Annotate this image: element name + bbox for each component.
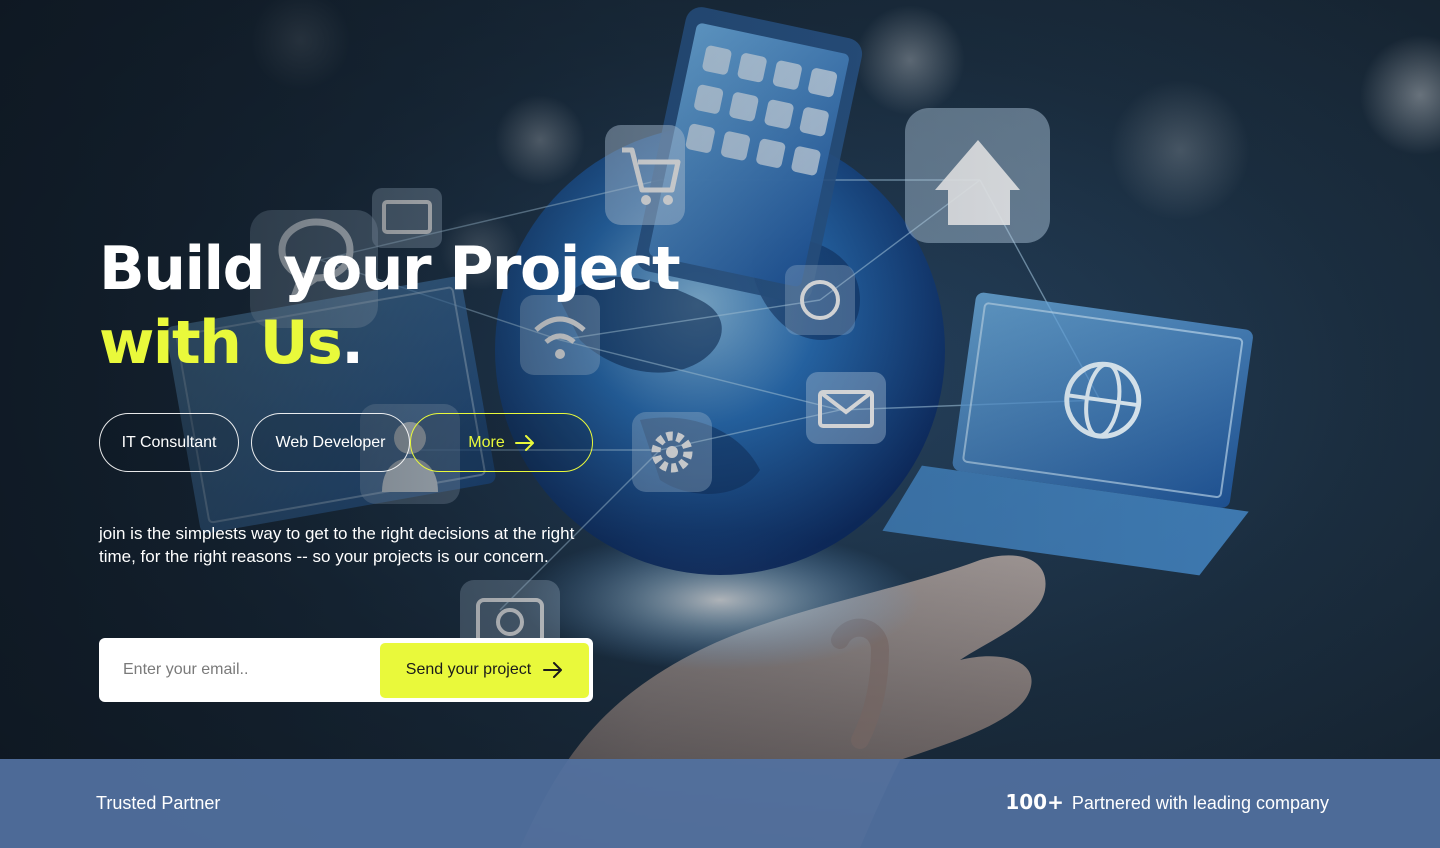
it-consultant-tag[interactable]: IT Consultant [99, 413, 239, 472]
web-developer-label: Web Developer [275, 433, 386, 451]
it-consultant-label: IT Consultant [121, 433, 217, 451]
more-label: More [468, 433, 505, 451]
hero-description: join is the simplests way to get to the … [99, 524, 575, 566]
trusted-partner-label: Trusted Partner [96, 793, 221, 813]
hero-title-line-1: Build your Project [99, 234, 681, 304]
partner-count-text: Partnered with leading company [1071, 793, 1329, 813]
email-signup-form: Send your project [99, 638, 593, 702]
more-button[interactable]: More [410, 413, 593, 472]
email-input[interactable] [103, 642, 380, 698]
partner-count: 100+ [1005, 790, 1064, 814]
service-tags: IT Consultant Web Developer More [99, 413, 593, 472]
trusted-partner-bar: Trusted Partner 100+ Partnered with lead… [0, 759, 1440, 848]
web-developer-tag[interactable]: Web Developer [251, 413, 410, 472]
send-project-button[interactable]: Send your project [380, 642, 589, 698]
arrow-right-icon [514, 434, 534, 451]
send-project-label: Send your project [405, 661, 532, 678]
hero-title-period: . [341, 308, 364, 378]
hero-title: Build your Project with Us. [99, 232, 681, 380]
partner-stat: 100+ Partnered with leading company [1005, 790, 1329, 814]
arrow-right-icon [543, 662, 563, 678]
landing-page: Build your Project with Us. IT Consultan… [0, 0, 1440, 848]
hero-title-highlight: with Us [99, 308, 343, 378]
